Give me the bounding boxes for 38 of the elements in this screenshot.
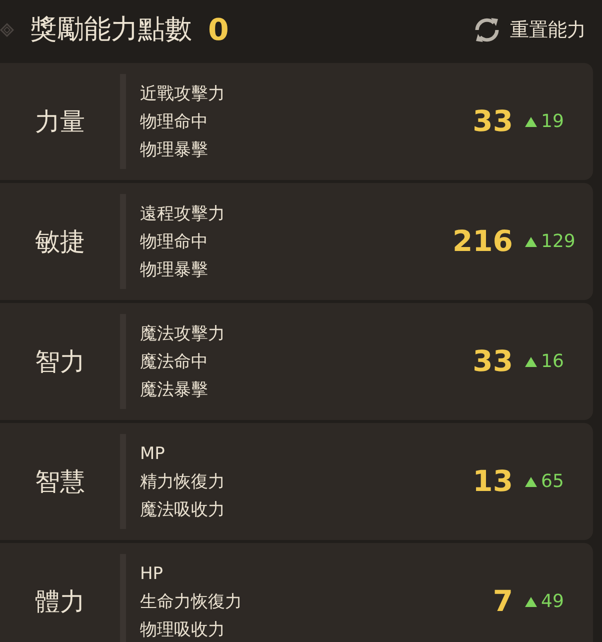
effect-label: 魔法命中 [140, 350, 208, 374]
bonus-value: 65 [541, 470, 564, 494]
effect-label: 遠程攻擊力 [140, 202, 225, 226]
effect-label: 物理命中 [140, 110, 208, 134]
stat-value: 7 [492, 584, 513, 618]
stat-name: 力量 [35, 106, 85, 136]
effect-label: 物理命中 [140, 230, 208, 254]
up-triangle-icon [525, 116, 537, 126]
stat-name: 智力 [35, 346, 85, 376]
effect-label: 物理吸收力 [140, 618, 225, 642]
stat-value: 13 [472, 464, 513, 498]
up-triangle-icon [525, 236, 537, 246]
effect-label: 魔法暴擊 [140, 378, 208, 402]
up-triangle-icon [525, 596, 537, 606]
title: 獎勵能力點數 [30, 12, 192, 47]
points-value: 0 [208, 12, 229, 50]
stat-name: 智慧 [35, 466, 85, 496]
stat-name: 敏捷 [35, 226, 85, 256]
up-triangle-icon [525, 476, 537, 486]
bonus-value: 49 [541, 590, 564, 614]
effect-label: 精力恢復力 [140, 470, 225, 494]
stat-value: 216 [452, 224, 513, 258]
effect-label: MP [140, 442, 165, 466]
effect-label: 生命力恢復力 [140, 590, 242, 614]
effect-label: 魔法吸收力 [140, 498, 225, 522]
effect-label: HP [140, 562, 164, 586]
effect-label: 物理暴擊 [140, 138, 208, 162]
bonus-value: 129 [541, 230, 576, 254]
stat-name: 體力 [35, 586, 85, 616]
stat-value: 33 [472, 104, 513, 138]
bonus-value: 19 [541, 110, 564, 134]
effect-label: 魔法攻擊力 [140, 322, 225, 346]
bonus-value: 16 [541, 350, 564, 374]
reset-button[interactable]: 重置能力 [472, 16, 586, 44]
stat-value: 33 [472, 344, 513, 378]
effect-label: 近戰攻擊力 [140, 82, 225, 106]
effect-label: 物理暴擊 [140, 258, 208, 282]
up-triangle-icon [525, 356, 537, 366]
